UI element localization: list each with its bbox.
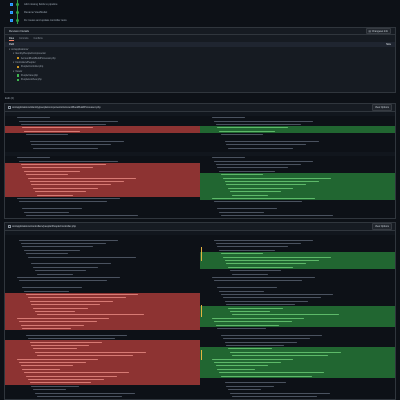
file-path-text: src/applications/controllers/people/Peop… xyxy=(12,225,77,228)
change-marker xyxy=(201,247,203,261)
revision-title: Revision Details xyxy=(9,29,30,33)
view-options-label: View Options xyxy=(374,225,389,228)
changeset-info-button[interactable]: ▤ Changeset Info xyxy=(365,27,391,35)
code-pane xyxy=(5,235,200,400)
change-marker xyxy=(201,305,203,317)
code-line xyxy=(5,214,200,217)
code-line xyxy=(5,147,200,150)
file-name: PeopleListView.php xyxy=(20,78,42,82)
diff-hunk xyxy=(5,156,395,218)
tab-conflicts[interactable]: Conflicts xyxy=(34,37,43,41)
file-path[interactable]: src/applications/controllers/people/Peop… xyxy=(8,225,76,228)
file-icon xyxy=(8,106,11,109)
checkbox[interactable] xyxy=(10,2,13,6)
size-column-header[interactable]: Size xyxy=(386,43,391,46)
code-pane xyxy=(200,116,395,152)
file-name: AccountBookBuildProcessor.php xyxy=(20,56,56,60)
folder-icon: ▾ xyxy=(13,69,15,73)
added-icon xyxy=(17,74,20,77)
checkbox[interactable] xyxy=(10,10,13,14)
commit-message: Fix routes and update controller tests xyxy=(24,18,67,22)
file-tree: ▾ src/applications/▾ Identity/People/Compo… xyxy=(5,47,395,83)
commit-message: Add missing fields to pipeline xyxy=(24,2,58,6)
file-icon xyxy=(8,225,11,228)
code-pane xyxy=(5,116,200,152)
edit-count-label: Edit (2) xyxy=(5,96,15,100)
diff-header: src/applications/controllers/people/Peop… xyxy=(5,223,395,231)
diff-panel: src/applications/controllers/people/Peop… xyxy=(4,222,396,400)
checkbox[interactable] xyxy=(10,18,13,22)
code-pane xyxy=(200,156,395,218)
changeset-info-label: Changeset Info xyxy=(371,29,388,33)
file-name: PeopleView.php xyxy=(20,73,38,77)
commit-row[interactable]: Add missing fields to pipeline xyxy=(4,0,396,8)
modified-icon xyxy=(17,65,20,69)
file-tree-row[interactable]: PeopleListView.php xyxy=(9,78,391,82)
revision-header: Revision Details ▤ Changeset Info xyxy=(5,27,395,35)
revision-tabs: Files Commits Conflicts xyxy=(5,35,395,42)
code-pane xyxy=(5,156,200,218)
code-pane xyxy=(200,235,395,400)
modified-icon xyxy=(17,57,20,60)
commit-row[interactable]: Rename ViewModel xyxy=(4,8,396,16)
file-name: Controllers/People/ xyxy=(15,61,36,65)
diff-header: src/applications/identity/people/compone… xyxy=(5,104,395,112)
code-line xyxy=(200,214,395,217)
path-column-header[interactable]: Path xyxy=(9,43,14,46)
diff-hunk xyxy=(5,116,395,152)
change-marker xyxy=(201,350,203,360)
revision-panel: Revision Details ▤ Changeset Info Files … xyxy=(4,27,396,93)
file-name: Views/ xyxy=(15,69,23,73)
view-options-button[interactable]: View Options xyxy=(371,104,392,111)
code-line xyxy=(5,395,200,398)
folder-icon: ▾ xyxy=(13,61,15,65)
view-options-label: View Options xyxy=(374,106,389,109)
file-name: Identity/People/Components/ xyxy=(15,52,46,56)
diff-hunk xyxy=(5,235,395,400)
code-line xyxy=(200,147,395,150)
commit-message: Rename ViewModel xyxy=(24,10,48,14)
added-icon xyxy=(17,78,20,81)
file-path-text: src/applications/identity/people/compone… xyxy=(12,106,101,109)
folder-icon: ▾ xyxy=(13,52,15,56)
tab-files[interactable]: Files xyxy=(9,37,15,41)
file-name: src/applications/ xyxy=(11,48,29,52)
commit-row[interactable]: Fix routes and update controller tests xyxy=(4,16,396,24)
commit-list: Add missing fields to pipeline Rename Vi… xyxy=(4,0,396,24)
code-line xyxy=(200,395,395,398)
folder-icon: ▾ xyxy=(9,48,11,52)
file-path[interactable]: src/applications/identity/people/compone… xyxy=(8,106,101,109)
view-options-button[interactable]: View Options xyxy=(371,223,392,230)
doc-icon: ▤ xyxy=(368,29,371,33)
tab-commits[interactable]: Commits xyxy=(19,37,28,41)
file-name: PeopleController.php xyxy=(20,65,44,69)
diff-panel: src/applications/identity/people/compone… xyxy=(4,103,396,219)
